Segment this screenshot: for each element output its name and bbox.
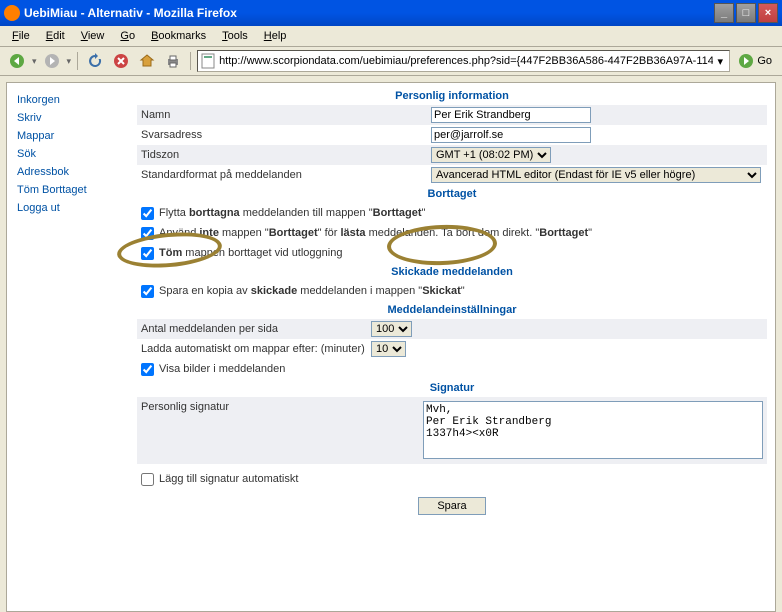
forward-button[interactable] bbox=[41, 50, 63, 72]
stop-button[interactable] bbox=[110, 50, 132, 72]
main-panel: Personlig information Namn Svarsadress T… bbox=[137, 87, 767, 523]
sidebar-item-addressbook[interactable]: Adressbok bbox=[7, 163, 127, 181]
home-button[interactable] bbox=[136, 50, 158, 72]
window-titlebar: UebiMiau - Alternativ - Mozilla Firefox … bbox=[0, 0, 782, 26]
sidebar-item-search[interactable]: Sök bbox=[7, 145, 127, 163]
reload-label: Ladda automatiskt om mappar efter: (minu… bbox=[141, 343, 371, 355]
reply-label: Svarsadress bbox=[141, 129, 431, 141]
sig-auto-label: Lägg till signatur automatiskt bbox=[159, 473, 298, 485]
url-dropdown-icon[interactable]: ▾ bbox=[713, 55, 727, 68]
sidebar-item-inbox[interactable]: Inkorgen bbox=[7, 91, 127, 109]
page-icon bbox=[200, 53, 216, 69]
menu-bar: File Edit View Go Bookmarks Tools Help bbox=[0, 26, 782, 47]
menu-file[interactable]: File bbox=[6, 28, 36, 44]
sidebar: Inkorgen Skriv Mappar Sök Adressbok Töm … bbox=[7, 83, 127, 225]
reload-select[interactable]: 10 bbox=[371, 341, 406, 357]
images-checkbox[interactable] bbox=[141, 363, 154, 376]
menu-bookmarks[interactable]: Bookmarks bbox=[145, 28, 212, 44]
maximize-button[interactable]: □ bbox=[736, 3, 756, 23]
section-msg-title: Meddelandeinställningar bbox=[137, 301, 767, 319]
back-button[interactable] bbox=[6, 50, 28, 72]
close-button[interactable]: × bbox=[758, 3, 778, 23]
section-sig-title: Signatur bbox=[137, 379, 767, 397]
go-button[interactable]: Go bbox=[734, 51, 776, 71]
page-content: Inkorgen Skriv Mappar Sök Adressbok Töm … bbox=[6, 82, 776, 612]
section-trash-title: Borttaget bbox=[137, 185, 767, 203]
dropdown-icon[interactable]: ▾ bbox=[67, 56, 72, 67]
menu-edit[interactable]: Edit bbox=[40, 28, 71, 44]
perpage-label: Antal meddelanden per sida bbox=[141, 323, 371, 335]
sent-copy-checkbox[interactable] bbox=[141, 285, 154, 298]
print-button[interactable] bbox=[162, 50, 184, 72]
sidebar-item-logout[interactable]: Logga ut bbox=[7, 199, 127, 217]
tz-select[interactable]: GMT +1 (08:02 PM) bbox=[431, 147, 551, 163]
menu-view[interactable]: View bbox=[75, 28, 111, 44]
reload-button[interactable] bbox=[84, 50, 106, 72]
sig-textarea[interactable] bbox=[423, 401, 763, 459]
reply-input[interactable] bbox=[431, 127, 591, 143]
sent-copy-label: Spara en kopia av skickade meddelanden i… bbox=[159, 285, 465, 297]
menu-go[interactable]: Go bbox=[114, 28, 141, 44]
trash-read-checkbox[interactable] bbox=[141, 227, 154, 240]
minimize-button[interactable]: _ bbox=[714, 3, 734, 23]
name-input[interactable] bbox=[431, 107, 591, 123]
go-icon bbox=[738, 53, 754, 69]
sig-auto-checkbox[interactable] bbox=[141, 473, 154, 486]
save-button[interactable]: Spara bbox=[418, 497, 485, 515]
trash-empty-label: Töm mappen borttaget vid utloggning bbox=[159, 247, 342, 259]
trash-read-label: Använd inte mappen "Borttaget" för lästa… bbox=[159, 227, 592, 239]
name-label: Namn bbox=[141, 109, 431, 121]
url-bar[interactable]: ▾ bbox=[197, 50, 730, 72]
sidebar-item-folders[interactable]: Mappar bbox=[7, 127, 127, 145]
trash-move-checkbox[interactable] bbox=[141, 207, 154, 220]
trash-move-label: Flytta borttagna meddelanden till mappen… bbox=[159, 207, 425, 219]
format-label: Standardformat på meddelanden bbox=[141, 169, 431, 181]
images-label: Visa bilder i meddelanden bbox=[159, 363, 285, 375]
toolbar: ▾ ▾ ▾ Go bbox=[0, 47, 782, 76]
sidebar-item-compose[interactable]: Skriv bbox=[7, 109, 127, 127]
section-sent-title: Skickade meddelanden bbox=[137, 263, 767, 281]
trash-empty-checkbox[interactable] bbox=[141, 247, 154, 260]
dropdown-icon[interactable]: ▾ bbox=[32, 56, 37, 67]
format-select[interactable]: Avancerad HTML editor (Endast för IE v5 … bbox=[431, 167, 761, 183]
perpage-select[interactable]: 100 bbox=[371, 321, 412, 337]
window-title: UebiMiau - Alternativ - Mozilla Firefox bbox=[24, 6, 714, 20]
url-input[interactable] bbox=[219, 55, 713, 67]
menu-help[interactable]: Help bbox=[258, 28, 293, 44]
section-personal-title: Personlig information bbox=[137, 87, 767, 105]
tz-label: Tidszon bbox=[141, 149, 431, 161]
menu-tools[interactable]: Tools bbox=[216, 28, 254, 44]
sig-label: Personlig signatur bbox=[141, 401, 423, 413]
app-icon bbox=[4, 5, 20, 21]
sidebar-item-emptytrash[interactable]: Töm Borttaget bbox=[7, 181, 127, 199]
